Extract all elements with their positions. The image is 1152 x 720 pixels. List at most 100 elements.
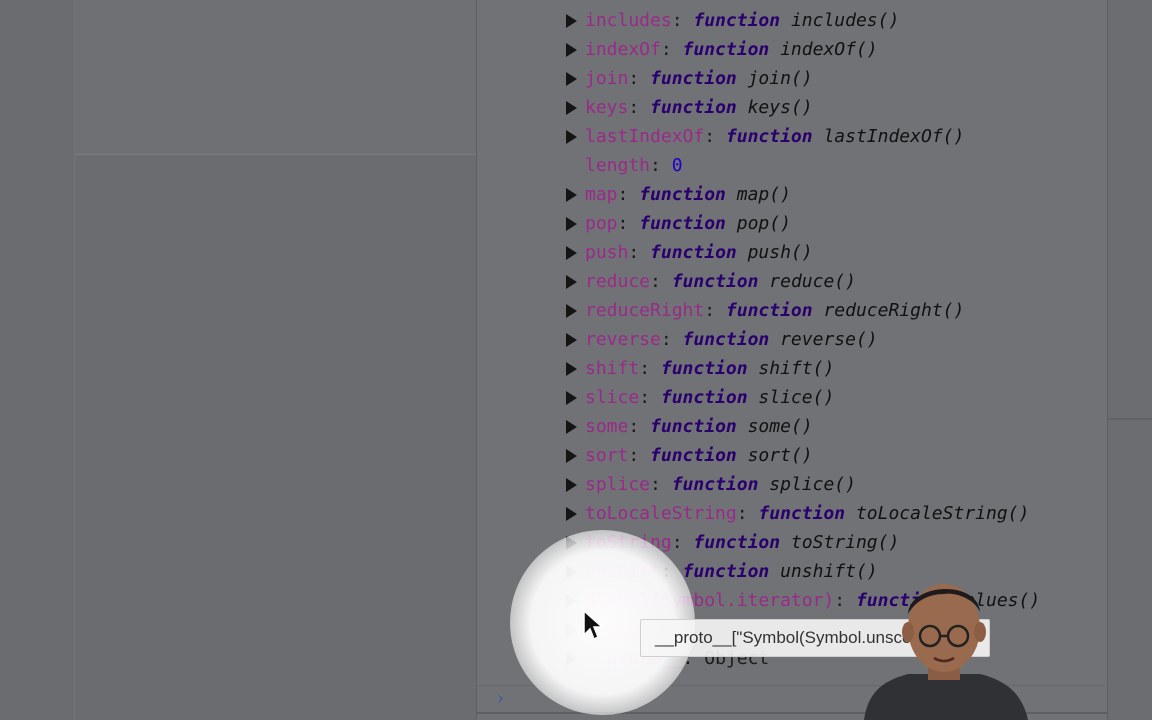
colon-separator: : — [704, 300, 726, 321]
triangle-right-icon[interactable] — [566, 565, 577, 579]
function-keyword: function — [682, 329, 770, 350]
function-name: push() — [747, 242, 813, 263]
console-property-row[interactable]: toLocaleString: function toLocaleString(… — [477, 499, 1109, 528]
console-property-row[interactable]: keys: function keys() — [477, 93, 1109, 122]
colon-separator: : — [834, 590, 856, 611]
property-key: sort — [585, 445, 629, 466]
page-header-region — [74, 0, 476, 155]
property-entry: map: function map() — [585, 180, 791, 209]
triangle-right-icon[interactable] — [566, 101, 577, 115]
function-keyword: function — [671, 474, 759, 495]
console-property-row[interactable]: shift: function shift() — [477, 354, 1109, 383]
triangle-right-icon[interactable] — [566, 623, 577, 637]
colon-separator: : — [671, 10, 694, 31]
console-property-row[interactable]: slice: function slice() — [477, 383, 1109, 412]
colon-separator: : — [650, 271, 672, 292]
console-property-row[interactable]: join: function join() — [477, 64, 1109, 93]
property-key: map — [585, 184, 618, 205]
function-keyword: function — [725, 126, 813, 147]
triangle-right-icon[interactable] — [566, 652, 577, 666]
triangle-right-icon[interactable] — [566, 43, 577, 57]
function-keyword: function — [650, 68, 737, 89]
function-keyword: function — [693, 10, 781, 31]
colon-separator: : — [639, 358, 661, 379]
colon-separator: : — [660, 39, 683, 60]
chevron-right-icon: › — [495, 688, 506, 709]
console-property-row[interactable]: includes: function includes() — [477, 6, 1109, 35]
console-property-row[interactable]: toString: function toString() — [477, 528, 1109, 557]
property-entry: length: 0 — [585, 151, 683, 180]
triangle-right-icon[interactable] — [566, 130, 577, 144]
triangle-right-icon[interactable] — [566, 14, 577, 28]
function-keyword: function — [660, 358, 748, 379]
property-entry: keys: function keys() — [585, 93, 813, 122]
property-entry: sort: function sort() — [585, 441, 813, 470]
function-name: toLocaleString() — [855, 503, 1030, 524]
function-name: keys() — [747, 97, 813, 118]
console-property-row[interactable]: push: function push() — [477, 238, 1109, 267]
function-keyword: function — [650, 416, 737, 437]
triangle-right-icon[interactable] — [566, 536, 577, 550]
screen: includes: function includes() indexOf: fu… — [0, 0, 1152, 720]
triangle-right-icon[interactable] — [566, 449, 577, 463]
console-property-row[interactable]: reduceRight: function reduceRight() — [477, 296, 1109, 325]
page-content-region — [74, 155, 476, 720]
triangle-right-icon[interactable] — [566, 333, 577, 347]
triangle-right-icon[interactable] — [566, 362, 577, 376]
function-name: splice() — [769, 474, 856, 495]
triangle-right-icon[interactable] — [566, 478, 577, 492]
triangle-right-icon[interactable] — [566, 188, 577, 202]
function-name: join() — [747, 68, 813, 89]
triangle-right-icon[interactable] — [566, 507, 577, 521]
property-key: shift — [585, 358, 640, 379]
property-key: includes — [585, 10, 672, 31]
console-property-row[interactable]: splice: function splice() — [477, 470, 1109, 499]
triangle-right-icon[interactable] — [566, 246, 577, 260]
triangle-right-icon[interactable] — [566, 391, 577, 405]
colon-separator: : — [704, 126, 726, 147]
triangle-right-icon[interactable] — [566, 275, 577, 289]
function-keyword: function — [650, 97, 737, 118]
triangle-right-icon[interactable] — [566, 217, 577, 231]
presenter-webcam — [864, 584, 1028, 720]
function-keyword: function — [758, 503, 846, 524]
property-key: unshift — [585, 561, 661, 582]
triangle-right-icon[interactable] — [566, 72, 577, 86]
function-name: reverse() — [780, 329, 878, 350]
console-property-row[interactable]: some: function some() — [477, 412, 1109, 441]
function-keyword: function — [650, 242, 737, 263]
property-entry: unshift: function unshift() — [585, 557, 878, 586]
function-keyword: function — [725, 300, 813, 321]
function-name: reduce() — [769, 271, 856, 292]
console-property-row[interactable]: indexOf: function indexOf() — [477, 35, 1109, 64]
property-key: Symbol(Symbol.iterator) — [585, 590, 835, 611]
function-name: map() — [736, 184, 791, 205]
property-entry: reverse: function reverse() — [585, 325, 878, 354]
property-key: push — [585, 242, 629, 263]
property-entry: includes: function includes() — [585, 6, 899, 35]
property-entry: toString: function toString() — [585, 528, 899, 557]
colon-separator: : — [736, 503, 759, 524]
console-property-row[interactable]: reduce: function reduce() — [477, 267, 1109, 296]
colon-separator: : — [628, 416, 651, 437]
property-key: lastIndexOf — [585, 126, 705, 147]
console-property-row[interactable]: lastIndexOf: function lastIndexOf() — [477, 122, 1109, 151]
property-key: pop — [585, 213, 618, 234]
function-keyword: function — [693, 532, 781, 553]
function-name: shift() — [758, 358, 835, 379]
property-entry: toLocaleString: function toLocaleString(… — [585, 499, 1029, 528]
property-entry: splice: function splice() — [585, 470, 856, 499]
function-name: indexOf() — [780, 39, 878, 60]
colon-separator: : — [628, 242, 651, 263]
function-name: reduceRight() — [823, 300, 965, 321]
console-property-row[interactable]: sort: function sort() — [477, 441, 1109, 470]
triangle-right-icon[interactable] — [566, 594, 577, 608]
colon-separator: : — [628, 68, 651, 89]
property-entry: reduce: function reduce() — [585, 267, 856, 296]
console-property-row[interactable]: reverse: function reverse() — [477, 325, 1109, 354]
function-name: pop() — [736, 213, 791, 234]
triangle-right-icon[interactable] — [566, 420, 577, 434]
console-property-row[interactable]: pop: function pop() — [477, 209, 1109, 238]
console-property-row[interactable]: map: function map() — [477, 180, 1109, 209]
triangle-right-icon[interactable] — [566, 304, 577, 318]
